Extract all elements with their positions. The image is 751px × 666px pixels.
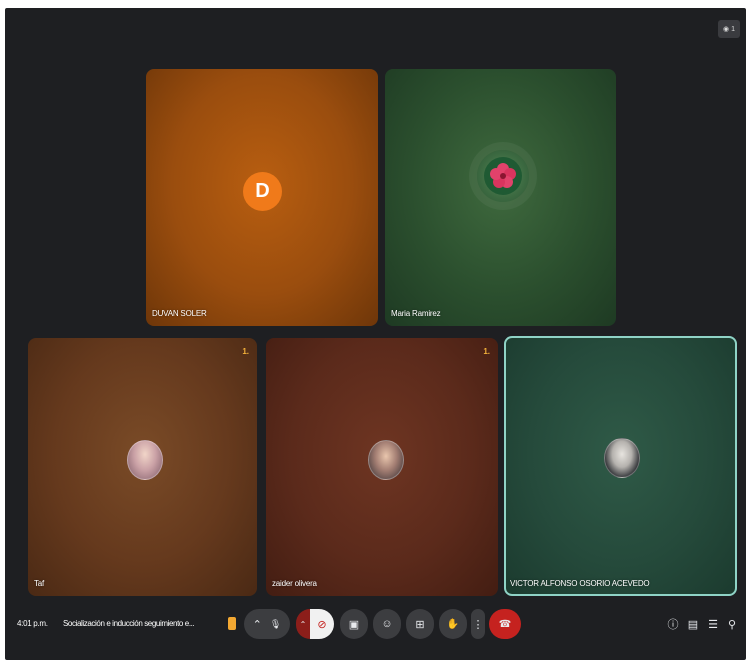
participant-tile[interactable]: Maria Ramirez [385, 69, 616, 326]
info-button[interactable]: ⓘ [666, 617, 680, 631]
meeting-clock: 4:01 p.m. [17, 619, 48, 628]
flower-icon [490, 163, 516, 188]
photo-avatar [368, 440, 404, 480]
emoji-icon: ☺ [381, 618, 393, 630]
meeting-title: Socialización e inducción seguimiento e.… [63, 619, 195, 628]
present-screen-icon: ⊞ [415, 618, 425, 631]
self-view-icon: ◉ [722, 26, 730, 33]
microphone-icon[interactable]: 🎙 [270, 619, 281, 630]
raise-hand-button[interactable]: ✋ [439, 609, 467, 639]
phone-hangup-icon: ☎ [498, 618, 512, 630]
photo-avatar [604, 438, 640, 478]
info-icon: ⓘ [667, 619, 679, 631]
chevron-up-icon[interactable]: ⌃ [253, 618, 262, 631]
meeting-tag-icon [228, 617, 236, 630]
participant-tile[interactable]: 1. zaider olivera [266, 338, 498, 596]
camera-off-icon: ⊘ [317, 618, 327, 631]
meet-window: ◉ 1 D DUVAN SOLER Maria Ramirez 1. Taf 1… [5, 8, 746, 660]
hand-icon: ✋ [446, 618, 460, 630]
captions-icon: ▣ [348, 618, 360, 631]
participant-name: zaider olivera [272, 579, 317, 588]
participant-tile-active[interactable]: VICTOR ALFONSO OSORIO ACEVEDO [504, 336, 737, 596]
reactions-button[interactable]: ☺ [373, 609, 401, 639]
self-view[interactable]: ◉ 1 [718, 20, 740, 38]
present-button[interactable]: ⊞ [406, 609, 434, 639]
participant-tile[interactable]: 1. Taf [28, 338, 257, 596]
self-view-label: 1 [731, 25, 735, 33]
bottom-control-bar: 4:01 p.m. Socialización e inducción segu… [5, 598, 746, 660]
flower-avatar [477, 150, 529, 202]
chat-icon: ▤ [687, 618, 699, 631]
participant-name: Maria Ramirez [391, 309, 441, 318]
screenshot: ◉ 1 D DUVAN SOLER Maria Ramirez 1. Taf 1… [0, 0, 751, 666]
participant-name: VICTOR ALFONSO OSORIO ACEVEDO [510, 579, 650, 588]
participants-button[interactable]: ☰ [706, 617, 720, 631]
photo-avatar [127, 440, 163, 480]
camera-button[interactable]: ⊘ [310, 609, 334, 639]
more-vert-icon: ⋮ [472, 618, 484, 631]
captions-button[interactable]: ▣ [340, 609, 368, 639]
speaking-badge: 1. [242, 347, 249, 356]
mic-control-group: ⌃ 🎙 [244, 609, 290, 639]
activities-button[interactable]: ⚲ [725, 617, 739, 631]
participant-name: Taf [34, 579, 45, 588]
more-options-button[interactable]: ⋮ [471, 609, 485, 639]
speaking-badge: 1. [483, 347, 490, 356]
camera-options-button[interactable]: ⌃ [296, 609, 310, 639]
leave-call-button[interactable]: ☎ [489, 609, 521, 639]
initial-avatar: D [243, 172, 282, 211]
chevron-up-icon: ⌃ [299, 619, 307, 629]
chat-button[interactable]: ▤ [686, 617, 700, 631]
participant-name: DUVAN SOLER [152, 309, 207, 318]
activities-icon: ⚲ [727, 618, 737, 631]
participant-tile[interactable]: D DUVAN SOLER [146, 69, 378, 326]
people-icon: ☰ [708, 618, 718, 631]
